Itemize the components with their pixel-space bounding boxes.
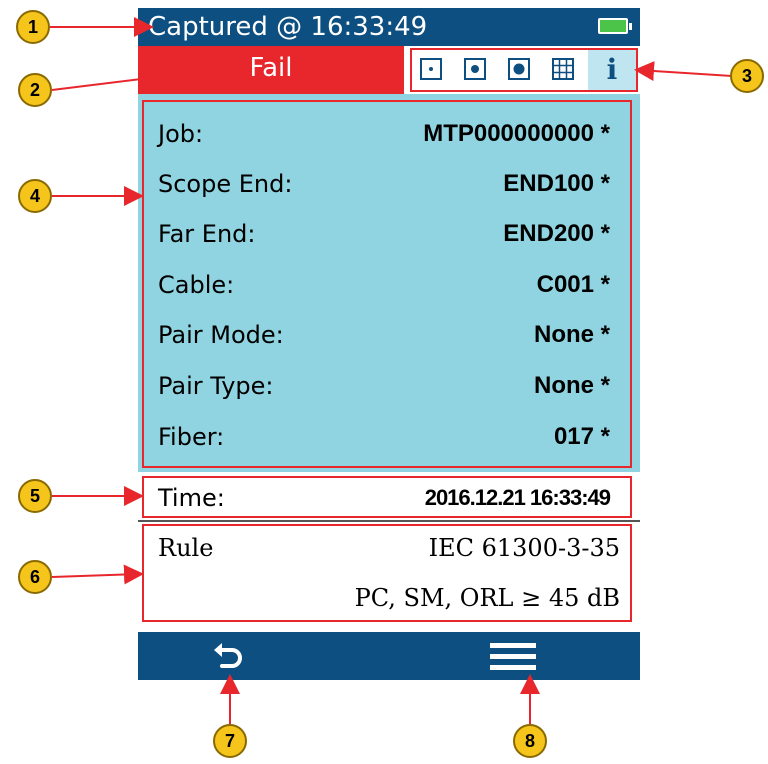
callout-5: 5 (18, 479, 52, 513)
callout-7: 7 (213, 724, 247, 758)
callout-8: 8 (513, 724, 547, 758)
callout-1: 1 (16, 10, 50, 44)
callout-arrows (50, 17, 733, 726)
callout-6: 6 (18, 560, 52, 594)
callout-3: 3 (730, 59, 764, 93)
callout-4: 4 (18, 179, 52, 213)
callout-2: 2 (18, 73, 52, 107)
